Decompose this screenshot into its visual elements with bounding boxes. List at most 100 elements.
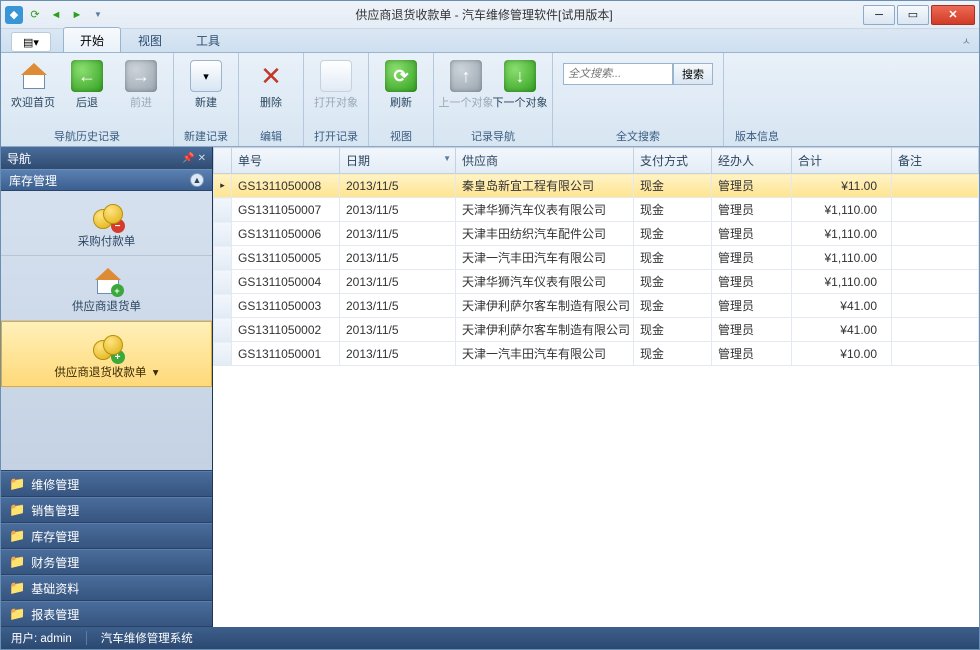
nav-section-collapse-icon[interactable]: ▲ <box>190 173 204 187</box>
column-header-3[interactable]: 支付方式 <box>634 148 712 174</box>
cell-supplier: 天津丰田纺织汽车配件公司 <box>456 222 634 246</box>
ribbon-collapse-icon[interactable]: ㅅ <box>954 29 979 52</box>
qat-dropdown-icon[interactable]: ▼ <box>89 6 107 24</box>
quick-access-toolbar: ◆ ⟳ ◄ ► ▼ <box>5 6 107 24</box>
table-row[interactable]: ▸GS13110500082013/11/5秦皇岛新宜工程有限公司现金管理员¥1… <box>214 174 979 198</box>
row-indicator <box>214 342 232 366</box>
cell-note <box>892 246 979 270</box>
table-row[interactable]: GS13110500072013/11/5天津华狮汽车仪表有限公司现金管理员¥1… <box>214 198 979 222</box>
cell-total: ¥10.00 <box>792 342 892 366</box>
nav-item-2[interactable]: +供应商退货收款单 ▾ <box>1 321 212 387</box>
nav-group-0[interactable]: 📁维修管理 <box>1 471 212 497</box>
table-row[interactable]: GS13110500032013/11/5天津伊利萨尔客车制造有限公司现金管理员… <box>214 294 979 318</box>
ribbon-tabs: ▤▾ 开始 视图 工具 ㅅ <box>1 29 979 53</box>
nav-section-label: 库存管理 <box>9 172 57 189</box>
column-header-5[interactable]: 合计 <box>792 148 892 174</box>
cell-pay: 现金 <box>634 294 712 318</box>
prev-object-button[interactable]: ↑ 上一个对象 <box>442 57 490 113</box>
new-label: 新建 <box>195 94 217 110</box>
cell-pay: 现金 <box>634 342 712 366</box>
nav-group-5[interactable]: 📁报表管理 <box>1 601 212 627</box>
nav-item-0[interactable]: −采购付款单 <box>1 191 212 256</box>
nav-group-4[interactable]: 📁基础资料 <box>1 575 212 601</box>
nav-item-label: 供应商退货收款单 ▾ <box>54 364 158 380</box>
cell-id: GS1311050003 <box>232 294 340 318</box>
nav-section-header[interactable]: 库存管理 ▲ <box>1 169 212 191</box>
group-record-nav: 记录导航 <box>442 126 544 144</box>
cell-pay: 现金 <box>634 222 712 246</box>
cell-supplier: 天津华狮汽车仪表有限公司 <box>456 270 634 294</box>
app-icon[interactable]: ◆ <box>5 6 23 24</box>
group-nav-history: 导航历史记录 <box>9 126 165 144</box>
nav-group-2[interactable]: 📁库存管理 <box>1 523 212 549</box>
qat-refresh-icon[interactable]: ⟳ <box>26 6 44 24</box>
column-header-2[interactable]: 供应商 <box>456 148 634 174</box>
row-indicator <box>214 222 232 246</box>
maximize-button[interactable]: ▭ <box>897 5 929 25</box>
nav-group-label: 基础资料 <box>31 580 79 597</box>
ribbon-app-menu[interactable]: ▤▾ <box>11 32 51 52</box>
cell-agent: 管理员 <box>712 270 792 294</box>
cell-supplier: 天津华狮汽车仪表有限公司 <box>456 198 634 222</box>
fulltext-search-button[interactable]: 搜索 <box>673 63 713 85</box>
table-row[interactable]: GS13110500062013/11/5天津丰田纺织汽车配件公司现金管理员¥1… <box>214 222 979 246</box>
table-row[interactable]: GS13110500052013/11/5天津一汽丰田汽车有限公司现金管理员¥1… <box>214 246 979 270</box>
nav-item-icon: − <box>89 199 125 233</box>
tab-view[interactable]: 视图 <box>121 27 179 52</box>
group-about[interactable]: 版本信息 <box>732 126 782 144</box>
nav-group-label: 财务管理 <box>31 554 79 571</box>
new-button[interactable]: ▾ 新建 <box>182 57 230 113</box>
back-button[interactable]: ← 后退 <box>63 57 111 113</box>
cell-pay: 现金 <box>634 246 712 270</box>
nav-panel: 导航 📌 ✕ 库存管理 ▲ −采购付款单+供应商退货单+供应商退货收款单 ▾ 📁… <box>1 147 213 627</box>
cell-total: ¥1,110.00 <box>792 198 892 222</box>
open-object-button[interactable]: 打开对象 <box>312 57 360 113</box>
cell-date: 2013/11/5 <box>340 246 456 270</box>
cell-date: 2013/11/5 <box>340 174 456 198</box>
row-indicator <box>214 270 232 294</box>
delete-button[interactable]: ✕ 删除 <box>247 57 295 113</box>
forward-label: 前进 <box>130 94 152 110</box>
cell-date: 2013/11/5 <box>340 294 456 318</box>
home-button[interactable]: 欢迎首页 <box>9 57 57 113</box>
next-object-button[interactable]: ↓ 下一个对象 <box>496 57 544 113</box>
prev-label: 上一个对象 <box>439 94 494 110</box>
nav-pin-icon[interactable]: 📌 ✕ <box>182 153 206 164</box>
row-indicator <box>214 246 232 270</box>
qat-forward-icon[interactable]: ► <box>68 6 86 24</box>
folder-icon: 📁 <box>9 554 25 570</box>
column-header-4[interactable]: 经办人 <box>712 148 792 174</box>
group-fulltext: 全文搜索 <box>563 126 713 144</box>
nav-group-1[interactable]: 📁销售管理 <box>1 497 212 523</box>
column-header-1[interactable]: 日期▼ <box>340 148 456 174</box>
column-header-0[interactable]: 单号 <box>232 148 340 174</box>
tab-start[interactable]: 开始 <box>63 27 121 52</box>
qat-back-icon[interactable]: ◄ <box>47 6 65 24</box>
cell-note <box>892 342 979 366</box>
cell-agent: 管理员 <box>712 222 792 246</box>
nav-group-3[interactable]: 📁 财务管理 <box>1 549 212 575</box>
cell-supplier: 天津伊利萨尔客车制造有限公司 <box>456 318 634 342</box>
refresh-button[interactable]: ⟳ 刷新 <box>377 57 425 113</box>
nav-item-icon: + <box>89 264 125 298</box>
cell-id: GS1311050005 <box>232 246 340 270</box>
row-header-corner <box>214 148 232 174</box>
cell-note <box>892 198 979 222</box>
forward-button[interactable]: → 前进 <box>117 57 165 113</box>
tab-tools[interactable]: 工具 <box>179 27 237 52</box>
close-button[interactable]: ✕ <box>931 5 975 25</box>
nav-item-1[interactable]: +供应商退货单 <box>1 256 212 321</box>
column-header-6[interactable]: 备注 <box>892 148 979 174</box>
prev-icon: ↑ <box>450 60 482 92</box>
table-row[interactable]: GS13110500012013/11/5天津一汽丰田汽车有限公司现金管理员¥1… <box>214 342 979 366</box>
table-row[interactable]: GS13110500042013/11/5天津华狮汽车仪表有限公司现金管理员¥1… <box>214 270 979 294</box>
table-row[interactable]: GS13110500022013/11/5天津伊利萨尔客车制造有限公司现金管理员… <box>214 318 979 342</box>
group-new: 新建记录 <box>182 126 230 144</box>
row-indicator <box>214 294 232 318</box>
titlebar: ◆ ⟳ ◄ ► ▼ 供应商退货收款单 - 汽车维修管理软件[试用版本] ─ ▭ … <box>1 1 979 29</box>
minimize-button[interactable]: ─ <box>863 5 895 25</box>
cell-date: 2013/11/5 <box>340 270 456 294</box>
row-indicator: ▸ <box>214 174 232 198</box>
fulltext-search-input[interactable] <box>563 63 673 85</box>
status-separator <box>86 631 87 645</box>
